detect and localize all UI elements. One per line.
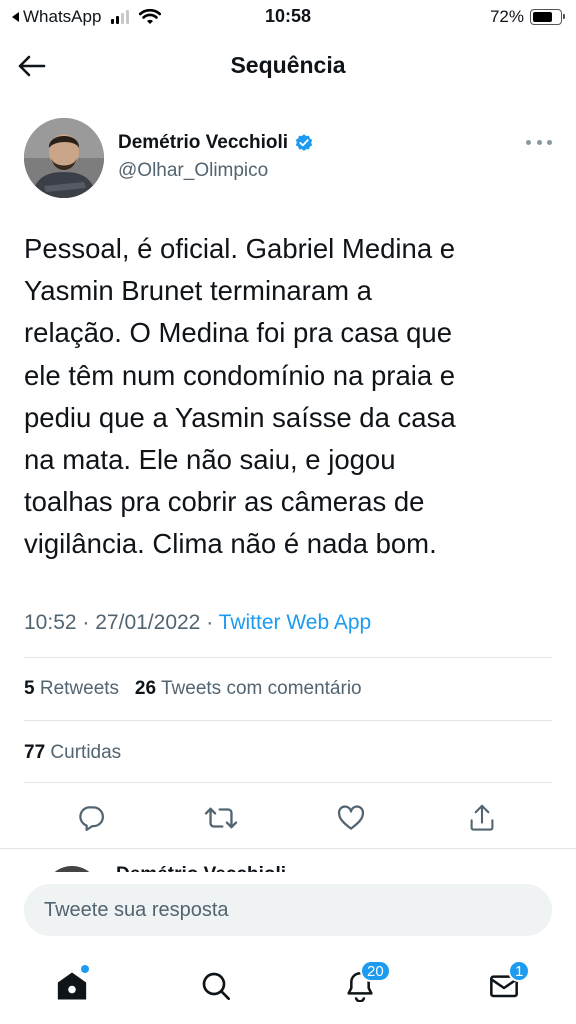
heart-icon — [337, 805, 365, 830]
quotes-label: Tweets com comentário — [160, 678, 362, 699]
avatar-photo — [24, 118, 104, 198]
divider — [24, 657, 552, 658]
battery-percent: 72% — [489, 7, 524, 26]
likes-count: 77 — [24, 742, 46, 763]
retweet-button[interactable] — [201, 798, 241, 838]
retweets-label: Retweets — [39, 678, 120, 699]
reply-bar — [0, 872, 576, 952]
battery-icon — [530, 9, 565, 25]
notifications-badge: 20 — [360, 960, 391, 982]
divider — [0, 848, 576, 849]
likes-label: Curtidas — [50, 742, 122, 763]
author-name[interactable]: Demétrio Vecchioli — [118, 132, 314, 154]
tweet-date: 27/01/2022 — [95, 611, 201, 634]
retweet-icon — [204, 807, 238, 829]
tweet-text-line: na mata. Ele não saiu, e jogou — [24, 444, 396, 476]
reply-box[interactable] — [24, 884, 552, 936]
next-tweet-author[interactable]: Demétrio Vecchioli — [116, 864, 286, 872]
tweet-time: 10:52 — [24, 611, 77, 634]
tweet-text-line: vigilância. Clima não é nada bom. — [24, 528, 437, 560]
status-bar: WhatsApp 10:58 72% — [0, 0, 576, 34]
reply-input[interactable] — [44, 884, 534, 936]
tab-messages[interactable]: 1 — [480, 960, 531, 1010]
more-dot — [536, 139, 542, 145]
tweet-source-link[interactable]: Twitter Web App — [219, 611, 372, 634]
likes-stats-row: 77 Curtidas — [24, 742, 121, 764]
tweet-text-line: Yasmin Brunet terminaram a — [24, 275, 372, 307]
meta-separator: · — [82, 611, 90, 634]
retweets-count: 5 — [24, 678, 35, 699]
tab-home[interactable] — [48, 962, 96, 1010]
retweets-link[interactable]: 5 Retweets — [24, 678, 119, 699]
more-options-button[interactable] — [526, 134, 552, 150]
author-avatar[interactable] — [24, 118, 104, 198]
tweet-actions — [0, 798, 576, 838]
reply-icon — [79, 806, 104, 831]
meta-separator: · — [206, 611, 214, 634]
tweet-text-line: ele têm num condomínio na praia e — [24, 359, 456, 391]
messages-badge: 1 — [508, 960, 531, 982]
divider — [24, 782, 552, 783]
more-dot — [526, 139, 531, 145]
top-nav-header: Sequência — [0, 34, 576, 96]
divider — [24, 720, 552, 721]
author-handle[interactable]: @Olhar_Olimpico — [118, 160, 268, 182]
tweet-text-line: toalhas pra cobrir as câmeras de — [24, 486, 425, 518]
home-new-dot — [81, 965, 89, 973]
likes-link[interactable]: 77 Curtidas — [24, 742, 121, 763]
tab-search[interactable] — [192, 962, 240, 1010]
bottom-tab-bar: 20 1 — [0, 952, 576, 1024]
reply-button[interactable] — [71, 798, 111, 838]
verified-badge-icon — [295, 134, 313, 151]
home-icon — [57, 972, 87, 1000]
search-icon — [202, 972, 230, 1000]
share-button[interactable] — [462, 798, 502, 838]
like-button[interactable] — [331, 798, 371, 838]
tab-notifications[interactable]: 20 — [336, 960, 391, 1010]
tweet-text-line: Pessoal, é oficial. Gabriel Medina e — [24, 233, 456, 264]
tweet-text-line: relação. O Medina foi pra casa que — [24, 317, 453, 349]
share-icon — [470, 804, 494, 831]
status-battery: 72% — [489, 7, 565, 27]
author-name-text: Demétrio Vecchioli — [118, 132, 289, 153]
tweet-text-line: pediu que a Yasmin saísse da casa — [24, 401, 456, 433]
tweet-text: Pessoal, é oficial. Gabriel Medina e Yas… — [24, 228, 554, 566]
page-title: Sequência — [230, 52, 346, 78]
quotes-count: 26 — [134, 678, 157, 699]
more-dot — [547, 139, 552, 145]
quotes-link[interactable]: 26 Tweets com comentário — [135, 678, 362, 699]
retweet-stats-row: 5 Retweets 26 Tweets com comentário — [24, 678, 362, 700]
tweet-meta: 10:52 · 27/01/2022 · Twitter Web App — [24, 611, 371, 635]
next-tweet-peek: Demétrio Vecchioli — [0, 862, 576, 872]
